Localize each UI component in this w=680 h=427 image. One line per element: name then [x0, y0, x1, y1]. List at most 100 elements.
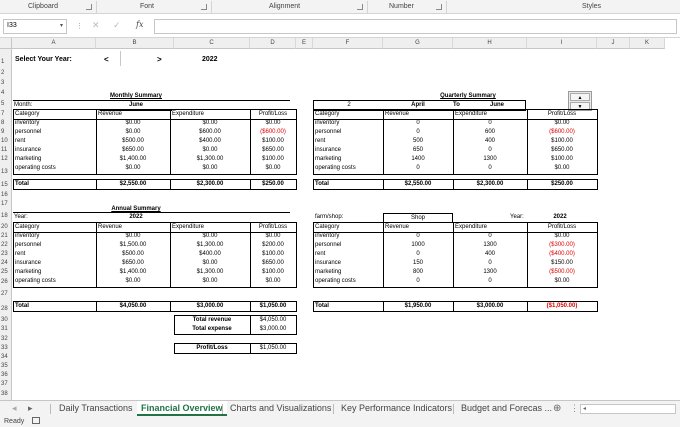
row-header-16[interactable]: 16 — [0, 190, 12, 200]
row-header-34[interactable]: 34 — [0, 353, 12, 362]
enter-icon[interactable]: ✓ — [113, 20, 121, 31]
alignment-launcher-icon[interactable] — [357, 4, 363, 10]
tab-key-performance-indicators[interactable]: Key Performance Indicators — [337, 401, 456, 416]
quarterly-cell-personnel-0: personnel — [315, 129, 342, 135]
insert-function-icon[interactable]: fx — [136, 20, 143, 29]
row-header-17[interactable]: 17 — [0, 200, 12, 209]
shop-cell-marketing-1: 800 — [412, 269, 423, 275]
row-header-7[interactable]: 7 — [0, 110, 12, 119]
row-header-36[interactable]: 36 — [0, 371, 12, 380]
row-header-24[interactable]: 24 — [0, 259, 12, 268]
chevron-down-icon[interactable]: ▾ — [60, 22, 63, 29]
row-header-20[interactable]: 20 — [0, 223, 12, 232]
row-header-2[interactable]: 2 — [0, 69, 12, 78]
monthly-cell-operating-costs-0: operating costs — [15, 165, 56, 171]
number-launcher-icon[interactable] — [436, 4, 442, 10]
column-header-e[interactable]: E — [296, 38, 313, 49]
annual-cell-operating-costs-3: $0.00 — [265, 278, 281, 284]
quarter-spinner[interactable]: ▲ ▼ — [568, 91, 592, 111]
font-launcher-icon[interactable] — [201, 4, 207, 10]
row-header-13[interactable]: 13 — [0, 164, 12, 180]
quarterly-cell-rent-1: 500 — [412, 138, 423, 144]
shop-cell-inventory-0: inventory — [315, 233, 340, 239]
row-header-38[interactable]: 38 — [0, 389, 12, 400]
annual-summary-value-2: $1,050.00 — [259, 345, 287, 351]
row-header-15[interactable]: 15 — [0, 180, 12, 190]
row-header-10[interactable]: 10 — [0, 137, 12, 146]
spin-up-icon[interactable]: ▲ — [570, 93, 590, 101]
scroll-left-arrow-icon[interactable]: ◂ — [583, 405, 586, 412]
column-header-i[interactable]: I — [527, 38, 597, 49]
tab-scroll-left-icon[interactable]: ◂ — [8, 401, 21, 416]
column-header-a[interactable]: A — [12, 38, 96, 49]
row-header-3[interactable]: 3 — [0, 78, 12, 88]
column-header-h[interactable]: H — [453, 38, 527, 49]
row-header-27[interactable]: 27 — [0, 287, 12, 302]
shop-cell-rent-3: ($400.00) — [549, 251, 575, 257]
row-header-31[interactable]: 31 — [0, 325, 12, 334]
tab-scroll-right-icon[interactable]: ▸ — [24, 401, 37, 416]
row-header-5[interactable]: 5 — [0, 98, 12, 110]
monthly-cell-insurance-2: $0.00 — [202, 147, 218, 153]
add-sheet-icon[interactable]: ⊕ — [549, 401, 565, 416]
next-year-button[interactable]: > — [157, 55, 162, 64]
name-box[interactable]: I33 ▾ — [3, 19, 67, 34]
quarterly-cell-insurance-3: $650.00 — [551, 147, 573, 153]
shop-cell-insurance-2: 0 — [488, 260, 492, 266]
row-header-22[interactable]: 22 — [0, 241, 12, 250]
row-header-21[interactable]: 21 — [0, 232, 12, 241]
tab-daily-transactions[interactable]: Daily Transactions — [55, 401, 137, 416]
row-header-11[interactable]: 11 — [0, 146, 12, 155]
annual-cell-operating-costs-1: $0.00 — [125, 278, 141, 284]
row-header-30[interactable]: 30 — [0, 316, 12, 325]
monthly-cell-inventory-3: $0.00 — [265, 120, 281, 126]
monthly-header-revenue: Revenue — [98, 111, 123, 117]
macro-record-icon[interactable] — [32, 417, 40, 424]
quarterly-cell-personnel-1: 0 — [416, 129, 420, 135]
row-header-1[interactable]: 1 — [0, 55, 12, 69]
shop-header-expenditure: Expenditure — [455, 224, 488, 230]
annual-cell-marketing-3: $100.00 — [262, 269, 284, 275]
row-header-9[interactable]: 9 — [0, 128, 12, 137]
column-header-b[interactable]: B — [96, 38, 174, 49]
sheet-tab-bar: ◂ ▸ Daily Transactions Financial Overvie… — [0, 400, 680, 416]
font-group-label: Font — [140, 3, 155, 10]
shop-cell-rent-1: 0 — [416, 251, 420, 257]
column-header-g[interactable]: G — [383, 38, 453, 49]
tab-charts-and-visualizations[interactable]: Charts and Visualizations — [226, 401, 335, 416]
formula-input[interactable] — [154, 19, 677, 34]
row-header-8[interactable]: 8 — [0, 119, 12, 128]
monthly-header-profit-loss: Profit/Loss — [258, 111, 288, 117]
monthly-cell-rent-2: $400.00 — [199, 138, 221, 144]
column-header-d[interactable]: D — [250, 38, 296, 49]
quarterly-cell-rent-0: rent — [315, 138, 326, 144]
shop-total-3: ($1,050.00) — [546, 303, 578, 309]
row-header-35[interactable]: 35 — [0, 362, 12, 371]
row-header-23[interactable]: 23 — [0, 250, 12, 259]
row-header-18[interactable]: 18 — [0, 209, 12, 223]
row-header-26[interactable]: 26 — [0, 277, 12, 287]
tab-financial-overview[interactable]: Financial Overview — [137, 401, 227, 416]
select-all-corner[interactable] — [0, 38, 12, 49]
annual-cell-personnel-0: personnel — [15, 242, 42, 248]
column-header-f[interactable]: F — [313, 38, 383, 49]
column-header-j[interactable]: J — [597, 38, 630, 49]
annual-cell-insurance-1: $650.00 — [122, 260, 144, 266]
row-header-4[interactable]: 4 — [0, 88, 12, 98]
row-header-28[interactable]: 28 — [0, 302, 12, 316]
shop-cell-insurance-0: insurance — [315, 260, 342, 266]
row-header-12[interactable]: 12 — [0, 155, 12, 164]
monthly-total-3: $250.00 — [262, 181, 284, 187]
row-header-25[interactable]: 25 — [0, 268, 12, 277]
tab-budget-and-forecast[interactable]: Budget and Forecas ... — [457, 401, 556, 416]
row-header-33[interactable]: 33 — [0, 344, 12, 353]
horizontal-scrollbar[interactable]: ◂ — [580, 404, 676, 414]
status-text: Ready — [4, 418, 25, 425]
column-header-k[interactable]: K — [630, 38, 665, 49]
row-header-37[interactable]: 37 — [0, 380, 12, 389]
clipboard-launcher-icon[interactable] — [86, 4, 92, 10]
column-header-c[interactable]: C — [174, 38, 250, 49]
prev-year-button[interactable]: < — [104, 55, 109, 64]
cancel-icon[interactable]: ✕ — [92, 20, 100, 31]
row-header-32[interactable]: 32 — [0, 334, 12, 344]
